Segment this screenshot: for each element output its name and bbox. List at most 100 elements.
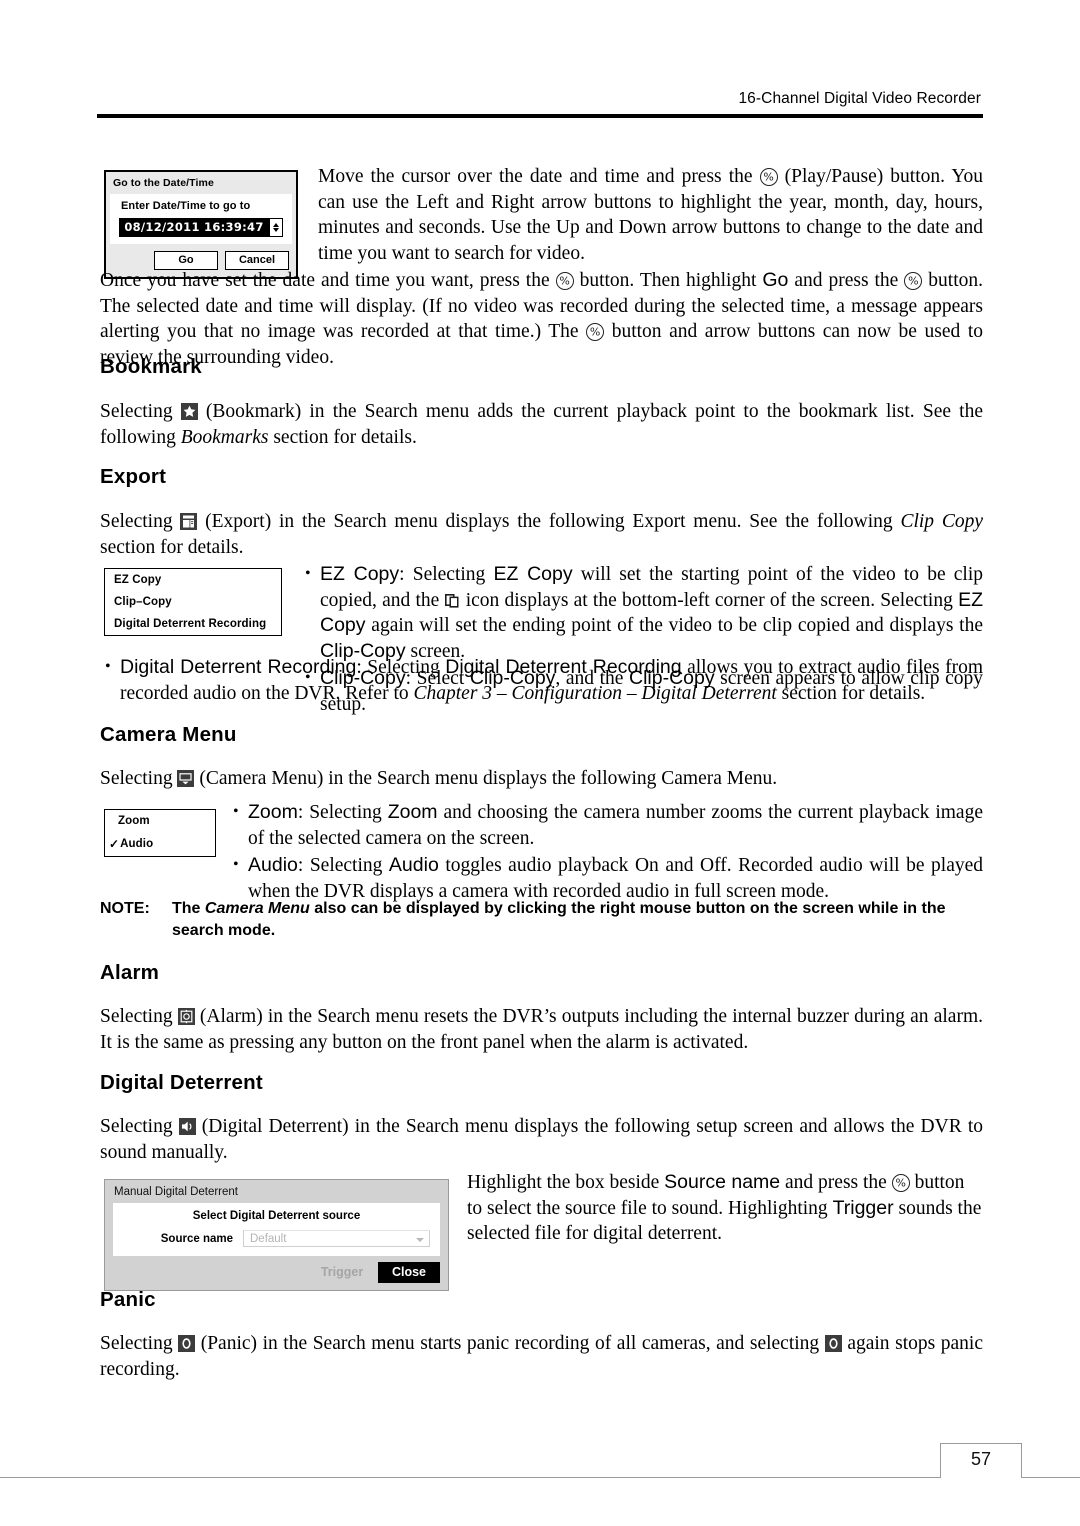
mdd-dialog-panel: Select Digital Deterrent source Source n… xyxy=(113,1203,440,1256)
ddr-text-d: section for details. xyxy=(776,682,926,704)
ddr-chapter-ref: Chapter 3 – Configuration – Digital Dete… xyxy=(413,682,777,704)
page-footer: 57 xyxy=(0,1443,1080,1503)
mdd-dialog-buttons: Trigger Close xyxy=(105,1256,448,1290)
intro-p2-text-a: Once you have set the date and time you … xyxy=(100,270,556,291)
audio-keyword: Audio xyxy=(388,854,439,876)
camera-menu-paragraph: Selecting (Camera Menu) in the Search me… xyxy=(100,766,983,792)
export-heading: Export xyxy=(100,465,167,488)
intro-paragraph-1: Move the cursor over the date and time a… xyxy=(318,164,983,266)
dd-text-a: Selecting xyxy=(100,1116,179,1137)
digital-deterrent-side-paragraph: Highlight the box beside Source name and… xyxy=(467,1170,983,1247)
play-pause-icon xyxy=(586,323,605,341)
mdd-source-name-label: Source name xyxy=(160,1232,233,1245)
export-paragraph: Selecting (Export) in the Search menu di… xyxy=(100,509,983,560)
bookmark-paragraph: Selecting (Bookmark) in the Search menu … xyxy=(100,399,983,450)
goto-dialog-body: Enter Date/Time to go to 08/12/2011 16:3… xyxy=(110,194,292,244)
play-pause-icon xyxy=(759,168,778,186)
digital-deterrent-paragraph: Selecting (Digital Deterrent) in the Sea… xyxy=(100,1114,983,1165)
camera-menu-box: Zoom ✓ Audio xyxy=(104,809,216,857)
note-body: The Camera Menu also can be displayed by… xyxy=(172,898,983,942)
page-number-box: 57 xyxy=(940,1443,1022,1478)
export-text-a: Selecting xyxy=(100,511,181,532)
camera-menu-item-audio-label: Audio xyxy=(120,838,154,850)
ddr-text-a: : Selecting xyxy=(356,657,446,678)
intro-paragraph-2: Once you have set the date and time you … xyxy=(100,268,983,370)
note-text-a: The xyxy=(172,900,205,917)
alarm-text-b: (Alarm) in the Search menu resets the DV… xyxy=(100,1006,983,1053)
close-button[interactable]: Close xyxy=(378,1262,440,1283)
header-title: 16-Channel Digital Video Recorder xyxy=(738,90,981,107)
ez-copy-text-a: : Selecting xyxy=(399,564,494,585)
audio-text-a: : Selecting xyxy=(297,855,389,876)
page-number: 57 xyxy=(970,1449,992,1469)
dd-side-text-a: Highlight the box beside xyxy=(467,1172,665,1193)
camera-menu-icon xyxy=(177,770,195,787)
mdd-source-name-select[interactable]: Default xyxy=(243,1230,430,1247)
digital-deterrent-heading: Digital Deterrent xyxy=(100,1071,263,1094)
zoom-text-a: : Selecting xyxy=(297,802,388,823)
datetime-spinner[interactable] xyxy=(269,218,283,237)
ddr-keyword: Digital Deterrent Recording xyxy=(445,656,682,678)
panic-icon xyxy=(178,1335,196,1352)
spinner-down-icon[interactable] xyxy=(273,228,279,232)
export-menu-item-digital-deterrent-recording[interactable]: Digital Deterrent Recording xyxy=(105,613,281,635)
trigger-button[interactable]: Trigger xyxy=(311,1262,373,1283)
camera-menu-note: NOTE: The Camera Menu also can be displa… xyxy=(100,898,983,942)
camera-menu-bullet-list: Zoom: Selecting Zoom and choosing the ca… xyxy=(228,799,983,906)
bullet-digital-deterrent-recording: Digital Deterrent Recording: Selecting D… xyxy=(100,654,983,706)
bullet-zoom: Zoom: Selecting Zoom and choosing the ca… xyxy=(228,799,983,851)
panic-icon xyxy=(824,1335,842,1352)
export-menu-box: EZ Copy Clip–Copy Digital Deterrent Reco… xyxy=(104,568,282,636)
bullet-ez-copy: EZ Copy: Selecting EZ Copy will set the … xyxy=(300,561,983,664)
export-menu-item-clip-copy[interactable]: Clip–Copy xyxy=(105,591,281,613)
ez-copy-text-f: again will set the ending point of the v… xyxy=(365,615,983,636)
panic-paragraph: Selecting (Panic) in the Search menu sta… xyxy=(100,1331,983,1382)
camera-menu-item-audio[interactable]: ✓ Audio xyxy=(105,832,215,856)
dd-text-b: (Digital Deterrent) in the Search menu d… xyxy=(100,1116,983,1163)
panic-heading: Panic xyxy=(100,1288,156,1311)
export-text-b: (Export) in the Search menu displays the… xyxy=(197,511,901,532)
manual-digital-deterrent-dialog: Manual Digital Deterrent Select Digital … xyxy=(104,1179,449,1291)
goto-dialog-subtitle: Enter Date/Time to go to xyxy=(121,200,251,212)
clip-copy-section-ref: Clip Copy xyxy=(900,511,983,532)
camera-menu-text-b: (Camera Menu) in the Search menu display… xyxy=(194,768,778,789)
goto-dialog-title: Go to the Date/Time xyxy=(106,172,296,194)
audio-label: Audio xyxy=(248,854,298,876)
clip-copy-status-icon xyxy=(444,591,460,608)
panic-text-b: (Panic) in the Search menu starts panic … xyxy=(195,1333,825,1354)
chevron-down-icon xyxy=(416,1238,424,1242)
camera-menu-heading: Camera Menu xyxy=(100,723,237,746)
export-menu-item-ez-copy[interactable]: EZ Copy xyxy=(105,569,281,591)
alarm-icon xyxy=(177,1008,195,1025)
go-keyword: Go xyxy=(762,269,789,291)
export-icon xyxy=(180,513,198,530)
bullet-audio: Audio: Selecting Audio toggles audio pla… xyxy=(228,852,983,904)
play-pause-icon xyxy=(555,272,574,290)
check-icon: ✓ xyxy=(109,837,120,851)
bookmark-star-icon xyxy=(180,403,198,420)
dd-side-text-b: and press the xyxy=(780,1172,892,1193)
bookmark-heading: Bookmark xyxy=(100,355,202,378)
panic-text-a: Selecting xyxy=(100,1333,179,1354)
bullet-digital-deterrent-recording-wrap: Digital Deterrent Recording: Selecting D… xyxy=(100,654,983,708)
speaker-icon xyxy=(178,1118,196,1135)
spinner-up-icon[interactable] xyxy=(273,223,279,227)
alarm-heading: Alarm xyxy=(100,961,160,984)
footer-rule-right xyxy=(1022,1477,1080,1478)
footer-rule-left xyxy=(0,1477,940,1478)
intro-p1-text-a: Move the cursor over the date and time a… xyxy=(318,166,760,187)
alarm-text-a: Selecting xyxy=(100,1006,178,1027)
page-header: 16-Channel Digital Video Recorder xyxy=(97,90,983,118)
goto-datetime-field-row: 08/12/2011 16:39:47 xyxy=(119,218,283,237)
export-text-c: section for details. xyxy=(100,536,244,558)
note-label: NOTE: xyxy=(100,900,150,917)
datetime-input[interactable]: 08/12/2011 16:39:47 xyxy=(119,218,269,237)
mdd-dialog-subtitle: Select Digital Deterrent source xyxy=(192,1210,361,1222)
camera-menu-item-zoom[interactable]: Zoom xyxy=(105,810,215,832)
camera-menu-text-a: Selecting xyxy=(100,768,178,789)
intro-p2-text-c: and press the xyxy=(788,270,905,291)
play-pause-icon xyxy=(904,272,923,290)
intro-p2-text-b: button. Then highlight xyxy=(573,270,763,291)
goto-datetime-dialog: Go to the Date/Time Enter Date/Time to g… xyxy=(104,170,298,279)
note-camera-menu-ref: Camera Menu xyxy=(204,900,310,917)
